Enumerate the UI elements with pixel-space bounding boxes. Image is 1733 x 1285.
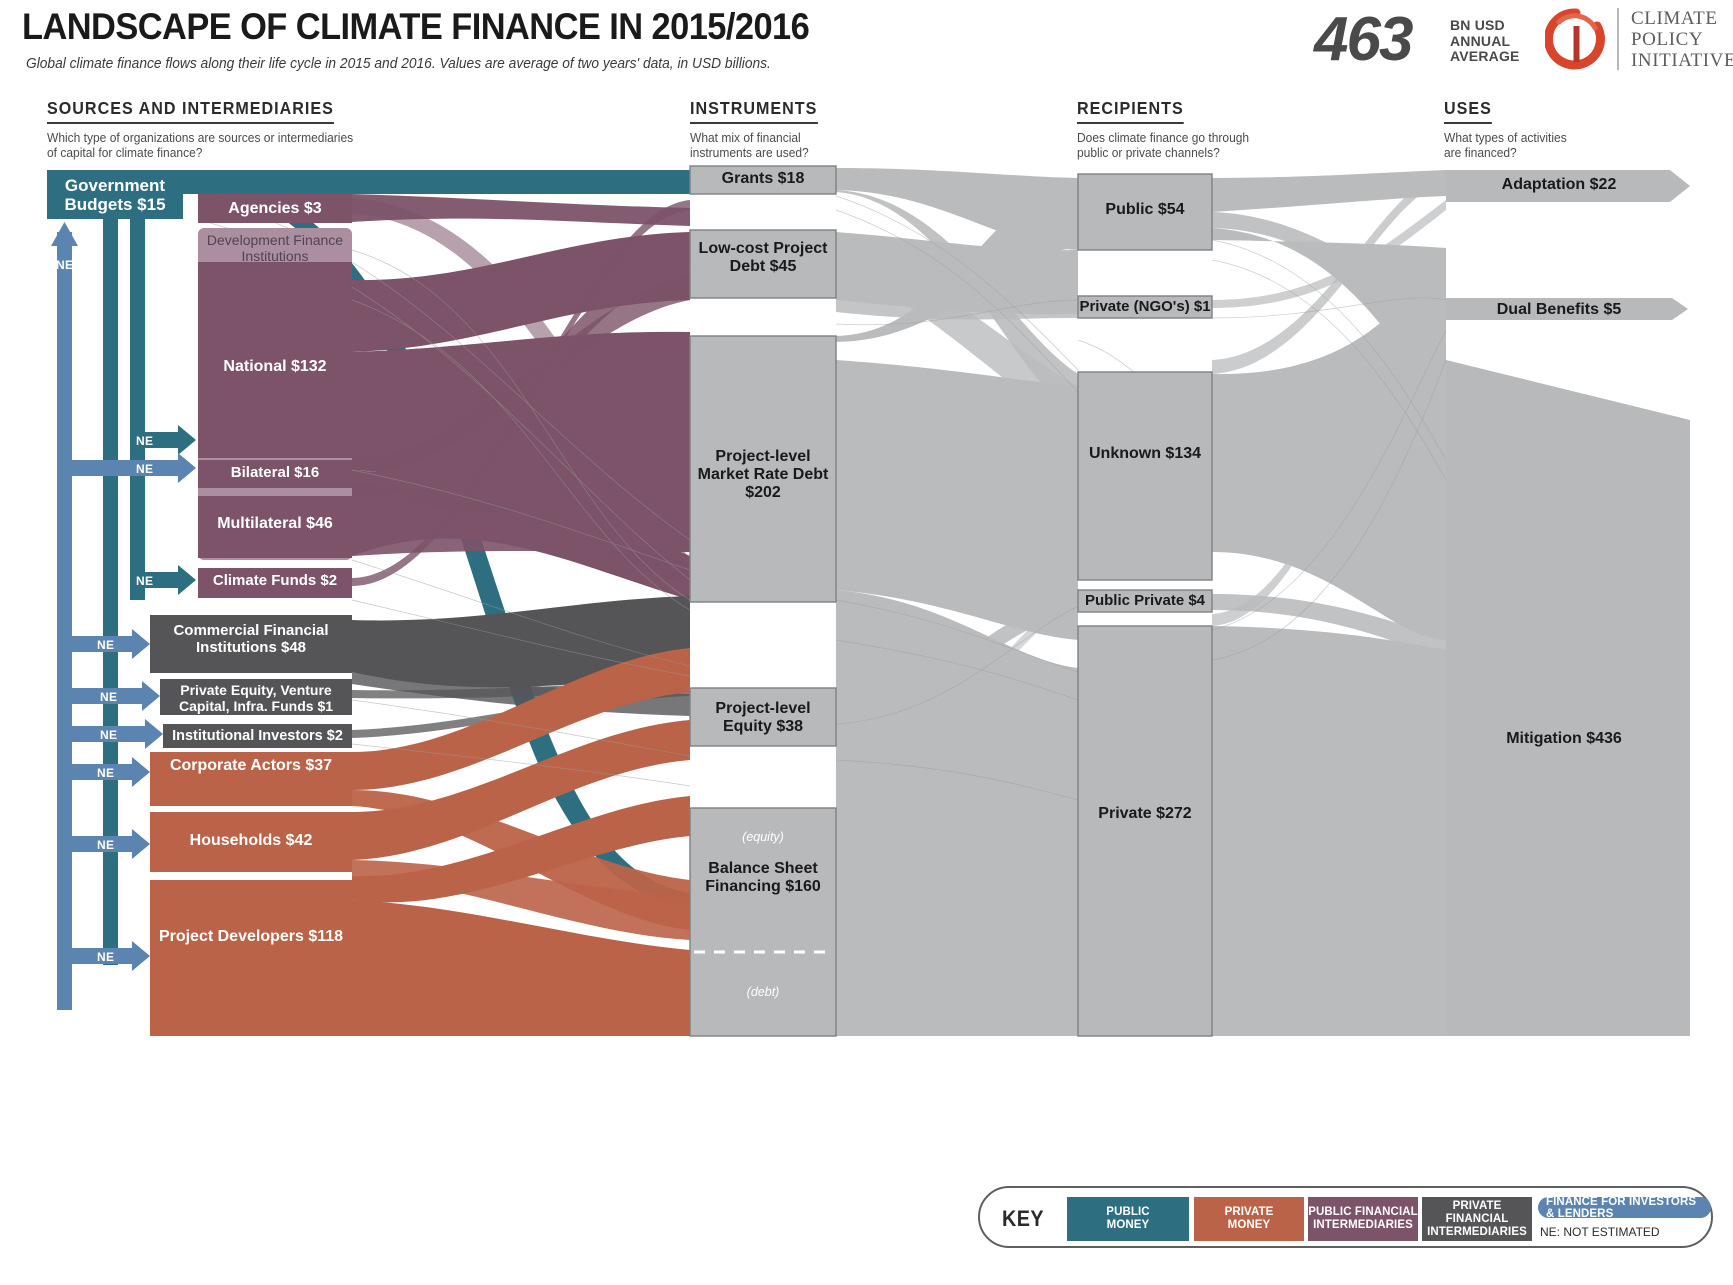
legend-item-public-money[interactable]: PUBLIC MONEY bbox=[1067, 1197, 1189, 1241]
node-households[interactable] bbox=[150, 812, 352, 872]
node-government-budgets[interactable] bbox=[47, 170, 183, 219]
legend-label-private-money-2: MONEY bbox=[1227, 1219, 1271, 1231]
node-project-developers[interactable] bbox=[150, 880, 352, 1036]
node-national[interactable] bbox=[198, 262, 352, 458]
flow-unknown-mitigation bbox=[1212, 248, 1446, 640]
node-project-level-market-rate-debt[interactable] bbox=[689, 335, 837, 603]
node-project-level-equity[interactable] bbox=[689, 687, 837, 747]
legend-label-public-money-2: MONEY bbox=[1106, 1219, 1150, 1231]
node-private[interactable] bbox=[1077, 625, 1213, 1037]
flows-recipients-to-uses bbox=[1211, 170, 1447, 1036]
ne-trunk-teal-2 bbox=[130, 219, 145, 600]
node-public[interactable] bbox=[1077, 173, 1213, 251]
node-dual-benefits[interactable] bbox=[1446, 298, 1688, 320]
node-adaptation[interactable] bbox=[1446, 170, 1690, 202]
recipient-nodes bbox=[1077, 173, 1213, 1037]
node-public-private[interactable] bbox=[1077, 589, 1213, 613]
node-climate-funds[interactable] bbox=[198, 568, 352, 598]
node-balance-sheet-financing[interactable] bbox=[689, 807, 837, 1037]
node-institutional-investors[interactable] bbox=[163, 724, 352, 748]
ne-arrow-agencies bbox=[145, 425, 196, 455]
node-corporate-actors[interactable] bbox=[150, 752, 352, 806]
node-bilateral[interactable] bbox=[198, 460, 352, 488]
legend-label-pfi-1: PUBLIC FINANCIAL bbox=[1308, 1206, 1418, 1218]
node-unknown[interactable] bbox=[1077, 371, 1213, 581]
legend-label-public-money-1: PUBLIC bbox=[1106, 1206, 1150, 1218]
sankey-diagram bbox=[47, 165, 1690, 1037]
source-nodes bbox=[47, 170, 352, 1036]
legend-label-prfi-1: PRIVATE FINANCIAL bbox=[1445, 1199, 1509, 1225]
node-multilateral[interactable] bbox=[198, 496, 352, 558]
node-mitigation[interactable] bbox=[1446, 360, 1690, 1036]
uses-nodes bbox=[1446, 170, 1690, 1036]
node-low-cost-project-debt[interactable] bbox=[689, 229, 837, 299]
legend-item-public-financial-intermediaries[interactable]: PUBLIC FINANCIAL INTERMEDIARIES bbox=[1308, 1197, 1418, 1241]
legend-ne-note: NE: NOT ESTIMATED bbox=[1540, 1225, 1660, 1239]
legend-title: KEY bbox=[1002, 1206, 1045, 1231]
node-grants[interactable] bbox=[689, 165, 837, 195]
ne-trunk-teal bbox=[103, 219, 118, 965]
legend-item-private-financial-intermediaries[interactable]: PRIVATE FINANCIAL INTERMEDIARIES bbox=[1422, 1197, 1532, 1241]
node-commercial-financial-institutions[interactable] bbox=[150, 615, 352, 673]
ne-trunk-blue bbox=[57, 232, 72, 1010]
ne-arrow-up-icon bbox=[51, 222, 78, 246]
legend: KEY PUBLIC MONEY PRIVATE MONEY PUBLIC FI… bbox=[978, 1186, 1713, 1248]
legend-label-prfi-2: INTERMEDIARIES bbox=[1427, 1225, 1527, 1238]
flow-balance-private bbox=[836, 806, 1078, 1036]
legend-label-pfi-2: INTERMEDIARIES bbox=[1313, 1219, 1413, 1231]
flow-public-adaptation bbox=[1212, 170, 1446, 212]
ne-elbow-blue bbox=[57, 948, 118, 964]
legend-item-private-money[interactable]: PRIVATE MONEY bbox=[1194, 1197, 1304, 1241]
legend-label-private-money-1: PRIVATE bbox=[1224, 1206, 1274, 1218]
instrument-nodes bbox=[689, 165, 837, 1037]
node-pe-vc-infra-funds[interactable] bbox=[160, 679, 352, 715]
flow-private-mitigation bbox=[1212, 626, 1446, 1036]
node-private-ngos[interactable] bbox=[1077, 295, 1213, 319]
node-agencies[interactable] bbox=[198, 194, 352, 223]
ne-arrow-climate-funds bbox=[145, 565, 196, 595]
legend-item-finance-for-investors[interactable]: FINANCE FOR INVESTORS & LENDERS bbox=[1538, 1196, 1711, 1220]
